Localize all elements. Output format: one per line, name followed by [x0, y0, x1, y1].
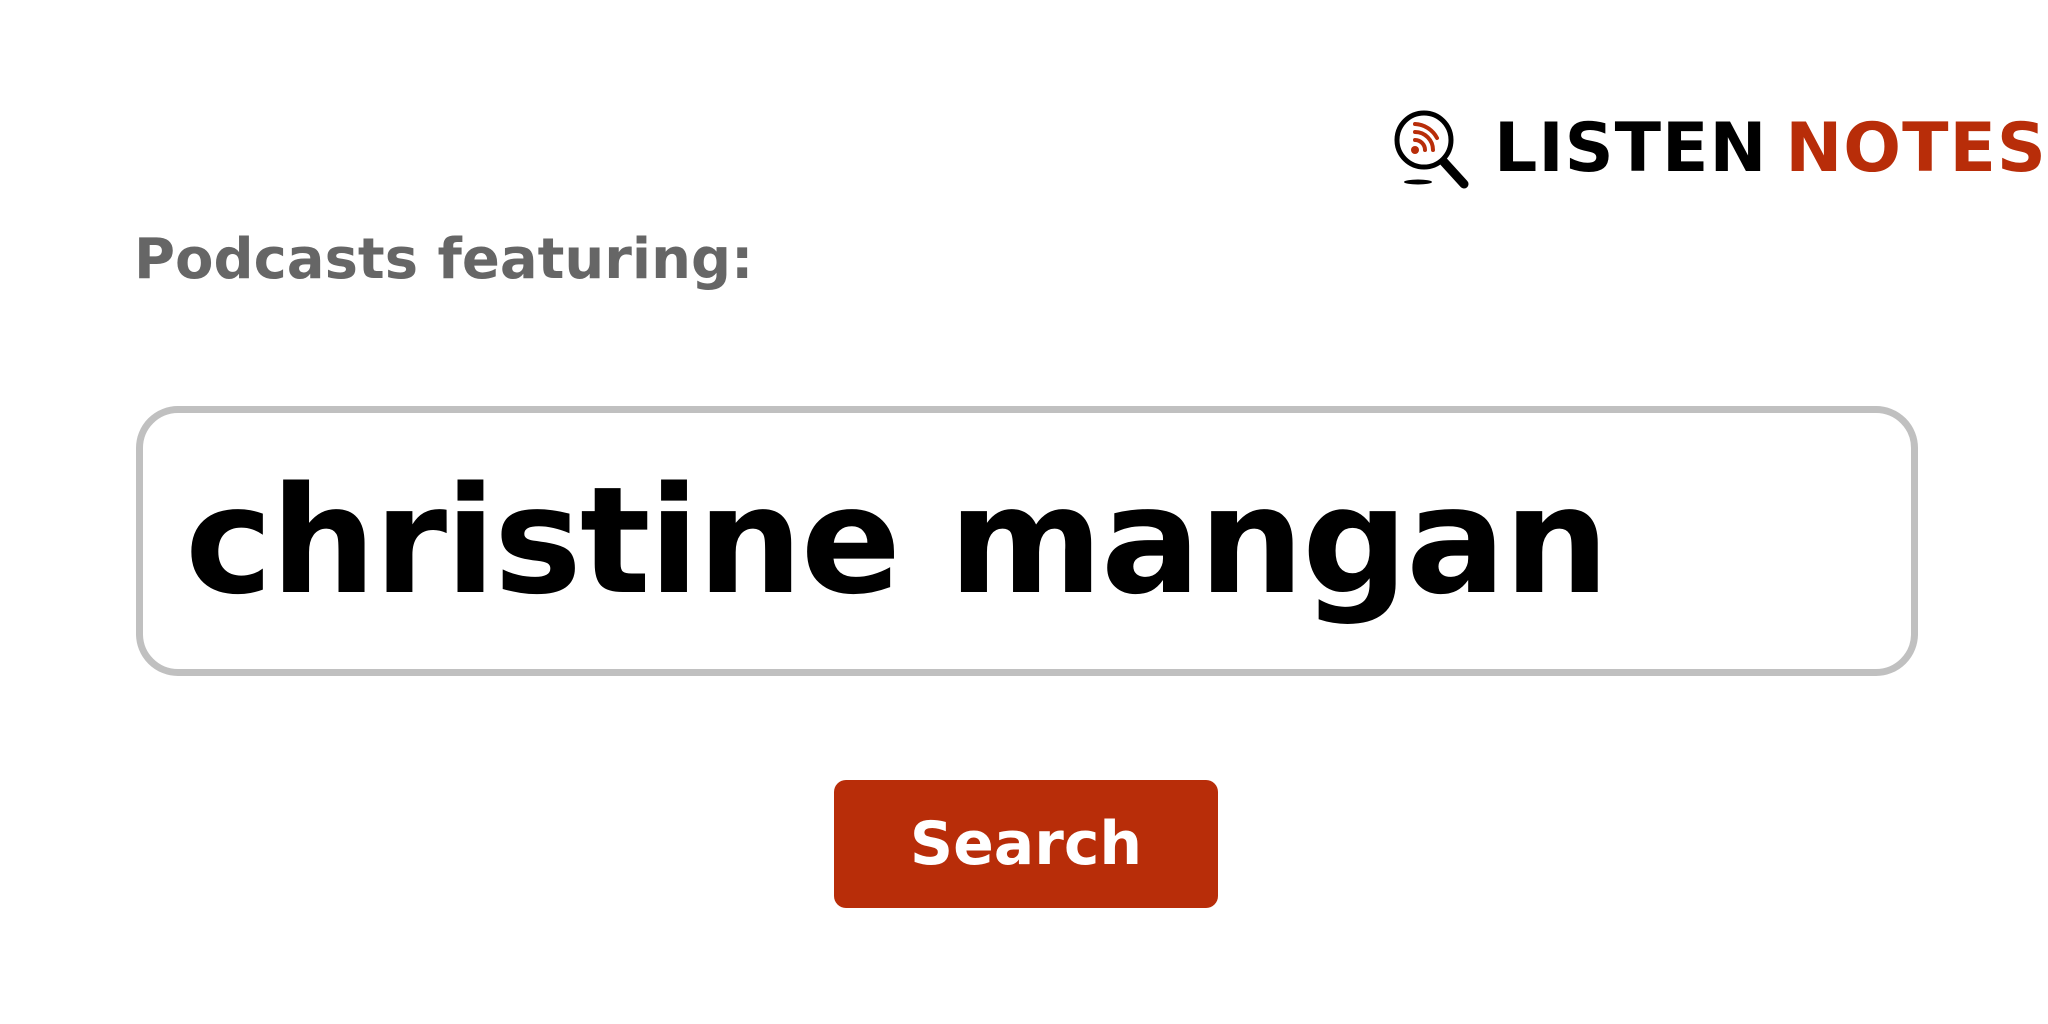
logo-text: LISTEN NOTES	[1494, 115, 2047, 183]
podcast-search-icon	[1394, 110, 1469, 189]
page: LISTENNOTES Podcasts featuring: Search	[0, 0, 2048, 1024]
search-box[interactable]	[136, 406, 1918, 676]
listen-notes-logo[interactable]: LISTEN NOTES	[1390, 104, 2047, 194]
search-button[interactable]: Search	[834, 780, 1218, 908]
page-heading: Podcasts featuring:	[134, 227, 754, 292]
logo-word-notes: NOTES	[1785, 109, 2047, 188]
logo-word-listen: LISTEN	[1494, 109, 1768, 188]
search-input[interactable]	[143, 413, 1911, 669]
